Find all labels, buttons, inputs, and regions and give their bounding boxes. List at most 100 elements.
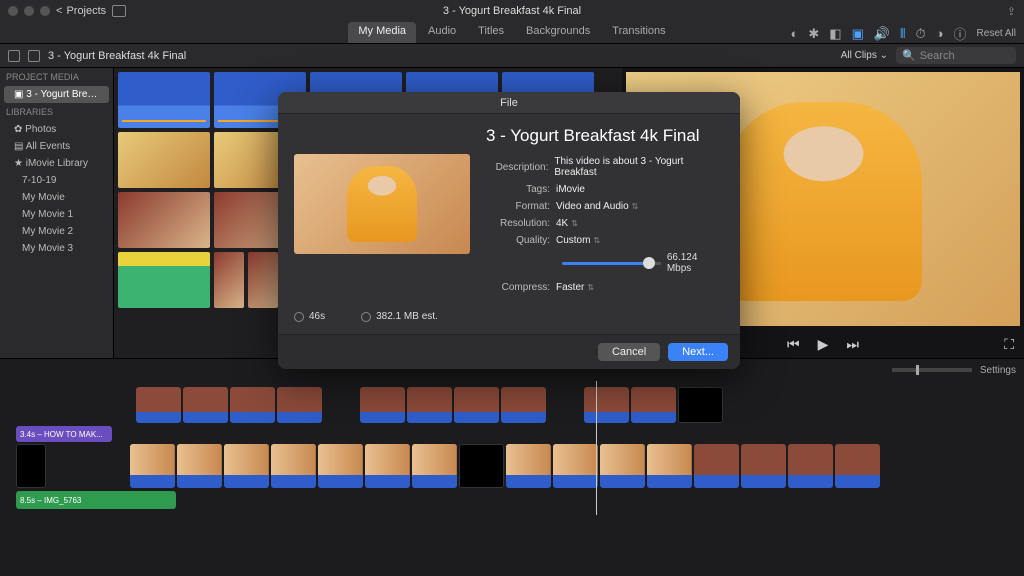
projects-button[interactable]: < Projects xyxy=(56,5,106,17)
timeline-clip[interactable] xyxy=(459,444,504,488)
tab-my-media[interactable]: My Media xyxy=(348,22,416,43)
timeline-clip[interactable] xyxy=(365,444,410,488)
close-icon[interactable] xyxy=(8,6,18,16)
tab-transitions[interactable]: Transitions xyxy=(602,22,675,43)
prev-icon[interactable]: ⏮ xyxy=(787,336,800,353)
video-frame xyxy=(725,102,922,300)
sidebar-item-photos[interactable]: ✿ Photos xyxy=(0,121,113,138)
clip-thumb[interactable] xyxy=(118,132,210,188)
event-title: 3 - Yogurt Breakfast 4k Final xyxy=(48,50,186,62)
library-sidebar: Project Media ▣ 3 - Yogurt Breakfas... L… xyxy=(0,68,114,358)
sidebar-item-project[interactable]: ▣ 3 - Yogurt Breakfas... xyxy=(4,86,109,103)
zoom-icon[interactable] xyxy=(40,6,50,16)
noise-icon[interactable]: ⫴ xyxy=(900,26,905,42)
timeline-clip[interactable] xyxy=(407,387,452,423)
share-icon[interactable]: ⇪ xyxy=(1007,5,1016,18)
timeline-clip[interactable] xyxy=(835,444,880,488)
timeline-clip[interactable] xyxy=(412,444,457,488)
filesize-icon xyxy=(361,312,371,322)
field-resolution[interactable]: 4K⇅ xyxy=(556,218,578,229)
import-icon[interactable] xyxy=(112,5,126,17)
clips-filter[interactable]: All Clips ⌄ xyxy=(841,50,888,61)
timeline-clip[interactable] xyxy=(318,444,363,488)
filter-icon[interactable]: ◑ xyxy=(936,26,944,41)
timeline-clip[interactable] xyxy=(600,444,645,488)
timeline-audio-clip[interactable]: 8.5s – IMG_5763 xyxy=(16,491,176,509)
tab-audio[interactable]: Audio xyxy=(418,22,466,43)
clip-thumb-title[interactable] xyxy=(118,252,210,308)
timeline-clip[interactable] xyxy=(183,387,228,423)
timeline-clip[interactable] xyxy=(788,444,833,488)
filesize-value: 382.1 MB est. xyxy=(376,311,438,322)
playhead[interactable] xyxy=(596,381,597,515)
clip-thumb[interactable] xyxy=(248,252,278,308)
timeline-clip[interactable] xyxy=(230,387,275,423)
clip-thumb[interactable] xyxy=(214,252,244,308)
color-balance-icon[interactable]: ✱ xyxy=(808,26,819,42)
search-icon: 🔍 xyxy=(902,49,916,62)
label-compress: Compress: xyxy=(486,282,556,293)
next-button[interactable]: Next... xyxy=(668,343,728,361)
timeline-clip[interactable] xyxy=(130,444,175,488)
fullscreen-icon[interactable]: ⛶ xyxy=(1004,336,1014,353)
timeline-clip[interactable] xyxy=(271,444,316,488)
info-icon[interactable]: ⓘ xyxy=(954,24,967,43)
list-view-icon[interactable] xyxy=(8,50,20,62)
tab-backgrounds[interactable]: Backgrounds xyxy=(516,22,600,43)
field-description[interactable]: This video is about 3 - Yogurt Breakfast xyxy=(554,156,724,178)
speed-icon[interactable]: ⏱ xyxy=(916,26,926,42)
field-tags[interactable]: iMovie xyxy=(556,184,585,195)
zoom-slider[interactable] xyxy=(892,368,972,372)
field-format[interactable]: Video and Audio⇅ xyxy=(556,201,638,212)
sidebar-item-event[interactable]: My Movie xyxy=(0,189,113,206)
crop-icon[interactable]: ▣ xyxy=(852,26,864,42)
timeline[interactable]: 3.4s – HOW TO MAK... 8.5s – IMG_5763 xyxy=(0,381,1024,515)
sidebar-item-event[interactable]: 7-10-19 xyxy=(0,172,113,189)
clip-thumb[interactable] xyxy=(118,192,210,248)
sidebar-item-allevents[interactable]: ▤ All Events xyxy=(0,138,113,155)
timeline-clip[interactable] xyxy=(277,387,322,423)
minimize-icon[interactable] xyxy=(24,6,34,16)
sidebar-item-event[interactable]: My Movie 3 xyxy=(0,240,113,257)
sidebar-item-library[interactable]: ★ iMovie Library xyxy=(0,155,113,172)
chevron-updown-icon: ⇅ xyxy=(632,202,639,211)
filmstrip-view-icon[interactable] xyxy=(28,50,40,62)
clip-thumb[interactable] xyxy=(118,72,210,128)
timeline-clip[interactable] xyxy=(631,387,676,423)
next-icon[interactable]: ⏭ xyxy=(846,336,859,353)
timeline-clip[interactable] xyxy=(136,387,181,423)
label-description: Description: xyxy=(486,162,554,173)
reset-all-button[interactable]: Reset All xyxy=(977,28,1016,39)
slider-knob[interactable] xyxy=(643,257,655,269)
label-quality: Quality: xyxy=(486,235,556,246)
timeline-clip[interactable] xyxy=(678,387,723,423)
timeline-clip[interactable] xyxy=(501,387,546,423)
timeline-settings-button[interactable]: Settings xyxy=(980,365,1016,376)
timeline-clip[interactable] xyxy=(584,387,629,423)
timeline-clip[interactable] xyxy=(16,444,46,488)
timeline-title-clip[interactable]: 3.4s – HOW TO MAK... xyxy=(16,426,112,442)
timeline-clip[interactable] xyxy=(741,444,786,488)
timeline-clip[interactable] xyxy=(224,444,269,488)
volume-icon[interactable]: 🔊 xyxy=(874,26,890,42)
timeline-clip[interactable] xyxy=(694,444,739,488)
timeline-clip[interactable] xyxy=(360,387,405,423)
stabilize-icon[interactable]: ◐ xyxy=(791,26,799,41)
quality-slider[interactable] xyxy=(562,262,661,265)
media-tabs: My Media Audio Titles Backgrounds Transi… xyxy=(0,22,1024,44)
search-input[interactable]: 🔍Search xyxy=(896,47,1016,64)
color-correction-icon[interactable]: ◧ xyxy=(829,26,841,42)
window-title: 3 - Yogurt Breakfast 4k Final xyxy=(0,5,1024,17)
timeline-clip[interactable] xyxy=(553,444,598,488)
timeline-clip[interactable] xyxy=(647,444,692,488)
field-quality[interactable]: Custom⇅ xyxy=(556,235,600,246)
cancel-button[interactable]: Cancel xyxy=(598,343,660,361)
play-icon[interactable]: ▶ xyxy=(818,336,829,353)
timeline-clip[interactable] xyxy=(454,387,499,423)
sidebar-item-event[interactable]: My Movie 1 xyxy=(0,206,113,223)
tab-titles[interactable]: Titles xyxy=(468,22,514,43)
sidebar-item-event[interactable]: My Movie 2 xyxy=(0,223,113,240)
timeline-clip[interactable] xyxy=(506,444,551,488)
timeline-clip[interactable] xyxy=(177,444,222,488)
field-compress[interactable]: Faster⇅ xyxy=(556,282,594,293)
